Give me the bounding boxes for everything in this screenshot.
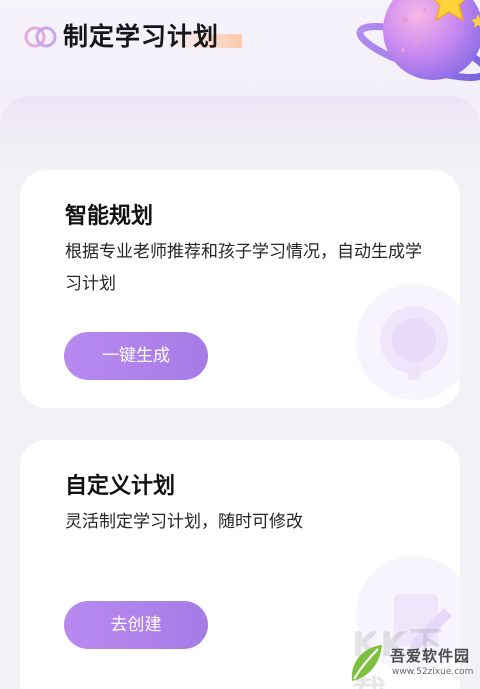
page-title: 制定学习计划 — [63, 22, 220, 51]
card-description: 根据专业老师推荐和孩子学习情况，自动生成学习计划 — [65, 242, 422, 294]
watermark-leaf-icon — [351, 645, 382, 681]
create-plan-button[interactable]: 去创建 — [64, 601, 208, 649]
double-circle-icon — [24, 26, 57, 48]
card-title: 智能规划 — [65, 204, 154, 229]
watermark: KK下载 吾爱软件园 www.52zixue.com — [330, 615, 480, 689]
planet-star-icon — [356, 0, 480, 81]
card-description: 灵活制定学习计划，随时可修改 — [65, 512, 303, 532]
card-title: 自定义计划 — [65, 474, 176, 499]
brain-bulb-icon — [356, 284, 460, 400]
watermark-site-name: 吾爱软件园 — [390, 647, 471, 665]
generate-plan-button[interactable]: 一键生成 — [64, 332, 208, 380]
smart-plan-card: 智能规划 根据专业老师推荐和孩子学习情况，自动生成学习计划 一键生成 — [20, 170, 460, 408]
watermark-url: www.52zixue.com — [392, 667, 474, 677]
